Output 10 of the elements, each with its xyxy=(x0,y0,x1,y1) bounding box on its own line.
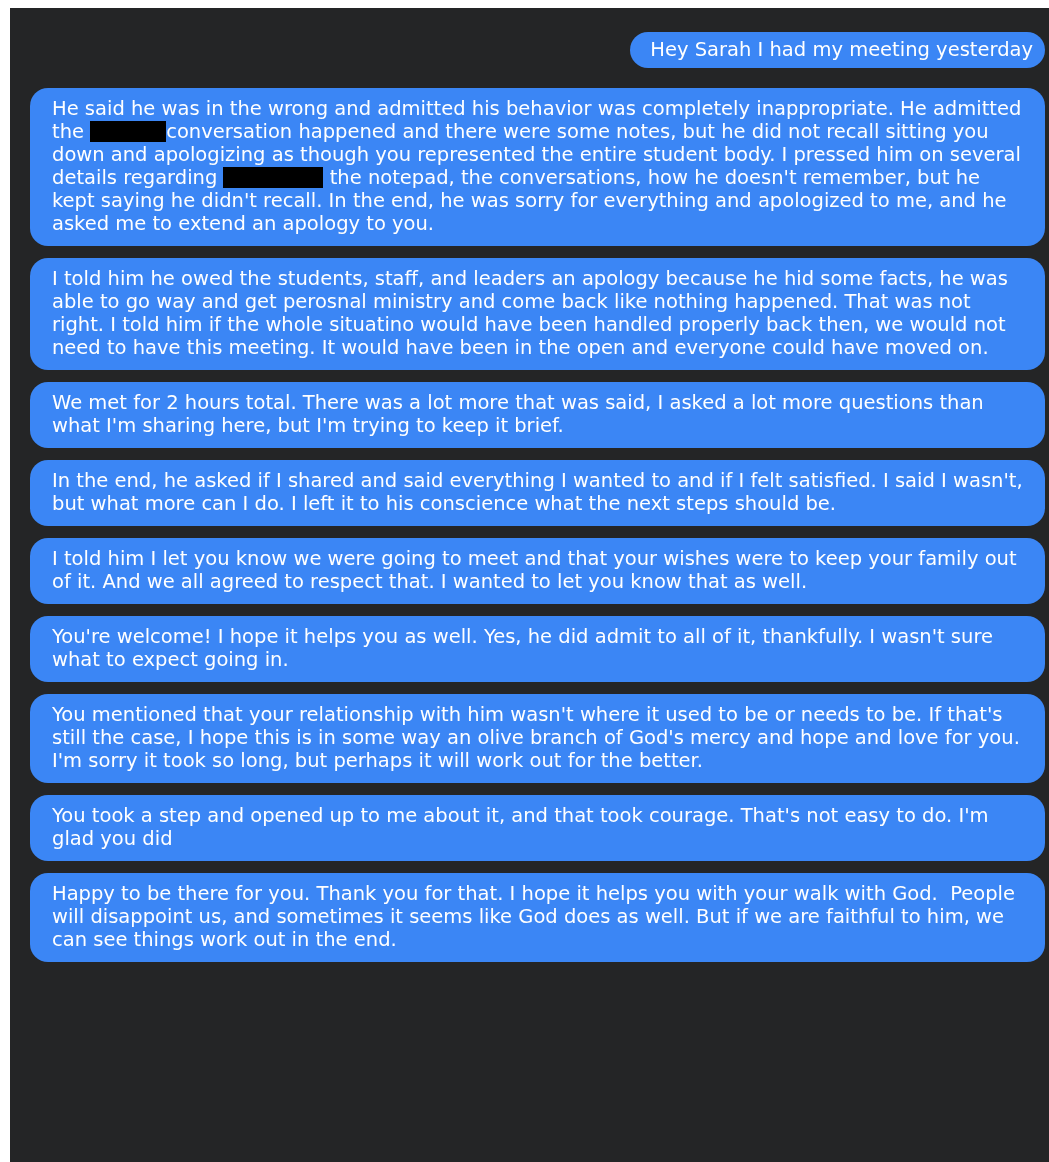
message-bubble: You're welcome! I hope it helps you as well. Yes, he did admit to all of it, thankfully. I wasn't sure what to expect going in. xyxy=(30,616,1045,682)
message-bubble: He said he was in the wrong and admitted his behavior was completely inappropriate. He admitted the conversation happened and there were some notes, but he did not recall sitting you down and apologizing as though you represented the entire student body. I pressed him on several details regarding the notepad, the conversations, how he doesn't remember, but he kept saying he didn't recall. In the end, he was sorry for everything and apologized to me, and he asked me to extend an apology to you. xyxy=(30,88,1045,246)
message-bubble: I told him I let you know we were going to meet and that your wishes were to keep your family out of it. And we all agreed to respect that. I wanted to let you know that as well. xyxy=(30,538,1045,604)
message-bubble: Hey Sarah I had my meeting yesterday xyxy=(630,32,1045,68)
message-bubble: In the end, he asked if I shared and said everything I wanted to and if I felt satisfied. I said I wasn't, but what more can I do. I left it to his conscience what the next steps should be. xyxy=(30,460,1045,526)
message-bubble: We met for 2 hours total. There was a lot more that was said, I asked a lot more questions than what I'm sharing here, but I'm trying to keep it brief. xyxy=(30,382,1045,448)
message-bubble: You took a step and opened up to me about it, and that took courage. That's not easy to do. I'm glad you did xyxy=(30,795,1045,861)
message-bubble: You mentioned that your relationship with him wasn't where it used to be or needs to be. If that's still the case, I hope this is in some way an olive branch of God's mercy and hope and love for you. I'm sorry it took so long, but perhaps it will work out for the better. xyxy=(30,694,1045,783)
message-bubble: I told him he owed the students, staff, and leaders an apology because he hid some facts, he was able to go way and get perosnal ministry and come back like nothing happened. That was not right. I told him if the whole situatino would have been handled properly back then, we would not need to have this meeting. It would have been in the open and everyone could have moved on. xyxy=(30,258,1045,370)
message-bubble: Happy to be there for you. Thank you for that. I hope it helps you with your walk with God. People will disappoint us, and sometimes it seems like God does as well. But if we are faithful to him, we can see things work out in the end. xyxy=(30,873,1045,962)
